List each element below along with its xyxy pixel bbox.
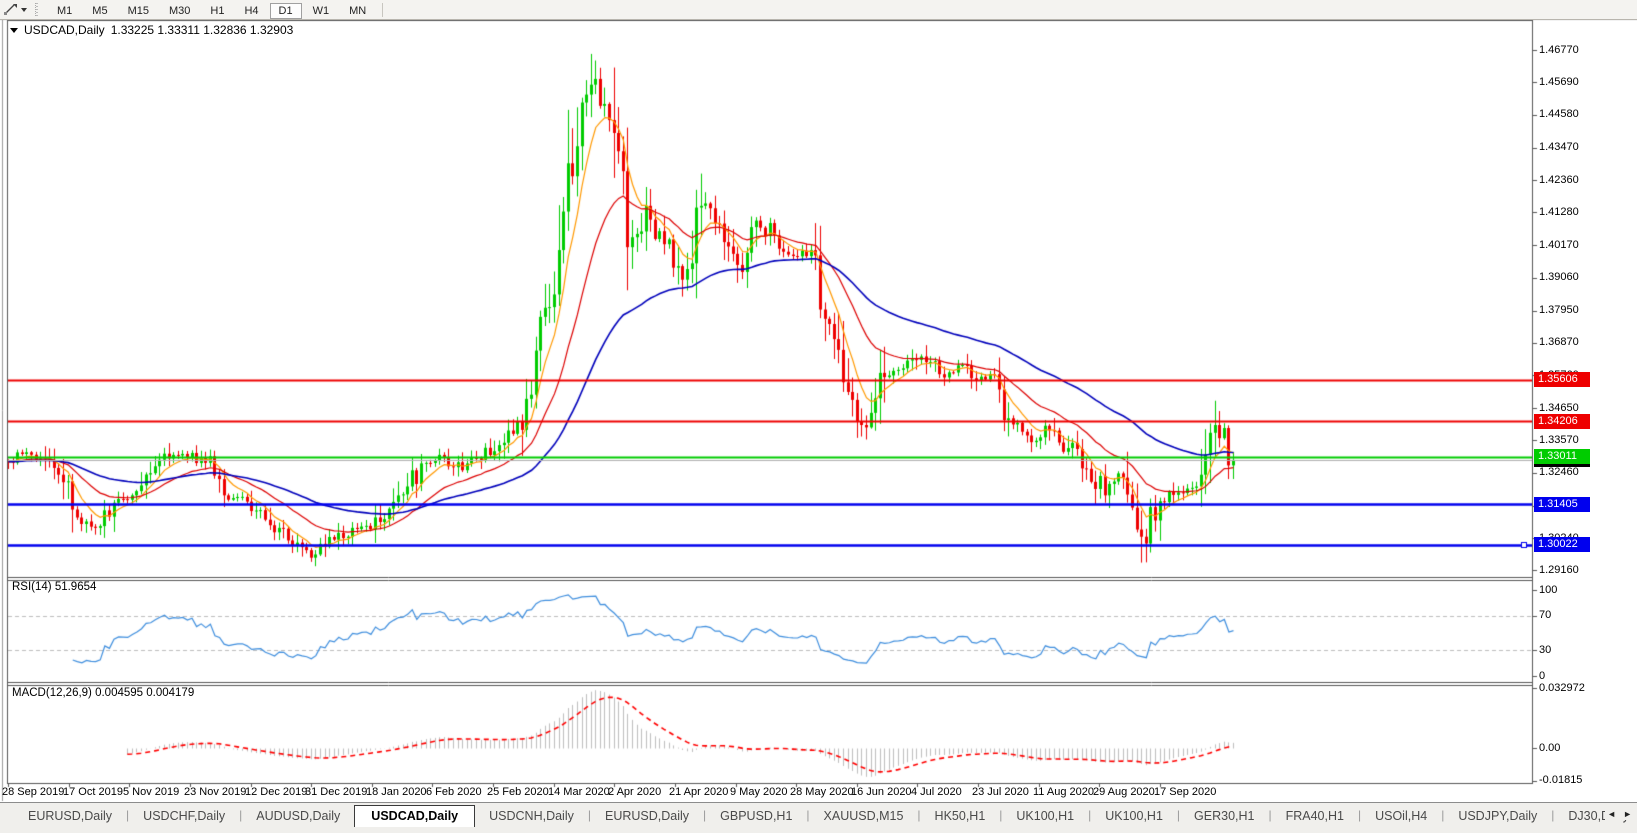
chart-tab-hk50-h1[interactable]: HK50,H1 xyxy=(921,806,1000,827)
cursor-tool-icon xyxy=(4,4,17,15)
date-axis-tick: 12 Dec 2019 xyxy=(245,786,308,798)
price-axis-tick: 1.44580 xyxy=(1539,108,1579,121)
macd-axis-tick: -0.01815 xyxy=(1539,774,1583,787)
price-line-badge-1-31405[interactable]: 1.31405 xyxy=(1534,496,1590,512)
chart-tab-audusd-daily[interactable]: AUDUSD,Daily xyxy=(242,806,354,827)
timeframe-button-m5[interactable]: M5 xyxy=(83,3,116,19)
chart-tab-eurusd-daily[interactable]: EURUSD,Daily xyxy=(14,806,126,827)
date-axis-tick: 23 Jul 2020 xyxy=(972,786,1029,798)
timeframe-button-m1[interactable]: M1 xyxy=(48,3,81,19)
rsi-axis-tick: 100 xyxy=(1539,583,1558,596)
timeframe-button-h1[interactable]: H1 xyxy=(201,3,233,19)
macd-axis-tick: 0.00 xyxy=(1539,741,1561,754)
price-line-badge-1-33011[interactable]: 1.33011 xyxy=(1534,449,1590,465)
chart-tab-eurusd-daily[interactable]: EURUSD,Daily xyxy=(591,806,703,827)
price-axis-tick: 1.29160 xyxy=(1539,563,1579,576)
date-axis-tick: 17 Oct 2019 xyxy=(63,786,123,798)
chart-tab-usdchf-daily[interactable]: USDCHF,Daily xyxy=(129,806,239,827)
timeframe-button-d1[interactable]: D1 xyxy=(269,2,302,19)
mt4-terminal-window: 1.46770 1.45690 1.44580 1.43470 1.42360 1.412… xyxy=(0,0,1637,833)
toolbar-grip[interactable] xyxy=(35,3,41,16)
chart-tab-usdjpy-daily[interactable]: USDJPY,Daily xyxy=(1444,806,1551,827)
price-axis-tick: 1.32460 xyxy=(1539,466,1579,479)
date-axis-tick: 28 Sep 2019 xyxy=(2,786,65,798)
timeframe-buttons: M1 M5 M15 M30 H1 H4 D1 W1 MN xyxy=(47,1,376,19)
date-axis-tick: 28 May 2020 xyxy=(790,786,854,798)
date-axis-tick: 9 May 2020 xyxy=(730,786,788,798)
price-axis-tick: 1.36870 xyxy=(1539,336,1579,349)
chart-tab-usoil-h4[interactable]: USOil,H4 xyxy=(1361,806,1441,827)
price-axis-tick: 1.40170 xyxy=(1539,238,1579,251)
price-axis-tick: 1.37950 xyxy=(1539,304,1579,317)
date-axis-tick: 18 Jan 2020 xyxy=(366,786,427,798)
price-axis-tick: 1.34650 xyxy=(1539,401,1579,414)
timeframe-toolbar: M1 M5 M15 M30 H1 H4 D1 W1 MN xyxy=(0,0,1637,20)
chart-tab-gbpusd-h1[interactable]: GBPUSD,H1 xyxy=(706,806,806,827)
tab-scroll-left-icon[interactable]: ◄ xyxy=(1607,809,1616,819)
price-line-badge-1-35606[interactable]: 1.35606 xyxy=(1534,372,1590,388)
chart-tool-button[interactable] xyxy=(3,3,27,16)
price-axis-tick: 1.45690 xyxy=(1539,75,1579,88)
timeframe-button-h4[interactable]: H4 xyxy=(235,3,267,19)
date-axis-tick: 11 Aug 2020 xyxy=(1033,786,1094,798)
date-axis-tick: 5 Nov 2019 xyxy=(123,786,180,798)
date-axis-tick: 14 Mar 2020 xyxy=(548,786,610,798)
date-axis-tick: 25 Feb 2020 xyxy=(487,786,549,798)
date-axis-tick: 17 Sep 2020 xyxy=(1154,786,1217,798)
price-axis-tick: 1.46770 xyxy=(1539,43,1579,56)
date-axis-tick: 16 Jun 2020 xyxy=(851,786,912,798)
tab-scroll-right-icon[interactable]: ► xyxy=(1623,809,1632,819)
chart-labels-layer: 1.46770 1.45690 1.44580 1.43470 1.42360 1.412… xyxy=(0,0,1637,833)
tab-scroll-arrows: ◄ ► xyxy=(1605,808,1634,820)
chart-tab-uk100-h1[interactable]: UK100,H1 xyxy=(1091,806,1177,827)
chart-tab-usdcad-daily[interactable]: USDCAD,Daily xyxy=(354,805,476,827)
date-axis-tick: 2 Apr 2020 xyxy=(608,786,662,798)
price-axis-tick: 1.43470 xyxy=(1539,141,1579,154)
timeframe-button-w1[interactable]: W1 xyxy=(304,3,339,19)
date-axis-tick: 31 Dec 2019 xyxy=(305,786,368,798)
date-axis-tick: 21 Apr 2020 xyxy=(669,786,729,798)
timeframe-button-m15[interactable]: M15 xyxy=(119,3,158,19)
rsi-axis-tick: 70 xyxy=(1539,609,1552,622)
chart-symbol-timeframe: USDCAD,Daily xyxy=(24,23,105,37)
chart-tab-uk100-h1[interactable]: UK100,H1 xyxy=(1002,806,1088,827)
chart-tab-fra40-h1[interactable]: FRA40,H1 xyxy=(1272,806,1358,827)
chart-menu-arrow-icon[interactable] xyxy=(10,27,18,33)
macd-indicator-label: MACD(12,26,9) 0.004595 0.004179 xyxy=(12,687,195,699)
toolbar-separator xyxy=(382,2,384,17)
price-axis-tick: 1.33570 xyxy=(1539,433,1579,446)
price-axis-tick: 1.42360 xyxy=(1539,173,1579,186)
rsi-axis-tick: 0 xyxy=(1539,669,1546,682)
chevron-down-icon xyxy=(21,7,27,12)
chart-tab-usdcnh-daily[interactable]: USDCNH,Daily xyxy=(475,806,588,827)
timeframe-button-m30[interactable]: M30 xyxy=(160,3,199,19)
date-axis-tick: 4 Jul 2020 xyxy=(911,786,962,798)
chart-tab-bar: EURUSD,Daily | USDCHF,Daily | AUDUSD,Daily US… xyxy=(0,802,1637,833)
price-axis-tick: 1.39060 xyxy=(1539,271,1579,284)
macd-axis-tick: 0.032972 xyxy=(1539,681,1585,694)
date-axis-tick: 6 Feb 2020 xyxy=(426,786,482,798)
timeframe-button-mn[interactable]: MN xyxy=(340,3,375,19)
date-axis-tick: 29 Aug 2020 xyxy=(1093,786,1155,798)
price-line-badge-1-34206[interactable]: 1.34206 xyxy=(1534,413,1590,429)
chart-tabs: EURUSD,Daily | USDCHF,Daily | AUDUSD,Daily US… xyxy=(0,803,1637,827)
chart-tab-xauusd-m15[interactable]: XAUUSD,M15 xyxy=(810,806,918,827)
price-axis-tick: 1.41280 xyxy=(1539,205,1579,218)
price-line-badge-1-30022[interactable]: 1.30022 xyxy=(1534,537,1590,553)
chart-tab-ger30-h1[interactable]: GER30,H1 xyxy=(1180,806,1268,827)
rsi-axis-tick: 30 xyxy=(1539,643,1552,656)
chart-title: USDCAD,Daily 1.33225 1.33311 1.32836 1.3… xyxy=(10,23,293,37)
date-axis-tick: 23 Nov 2019 xyxy=(184,786,247,798)
chart-ohlc-values: 1.33225 1.33311 1.32836 1.32903 xyxy=(110,23,294,37)
rsi-indicator-label: RSI(14) 51.9654 xyxy=(12,581,97,593)
